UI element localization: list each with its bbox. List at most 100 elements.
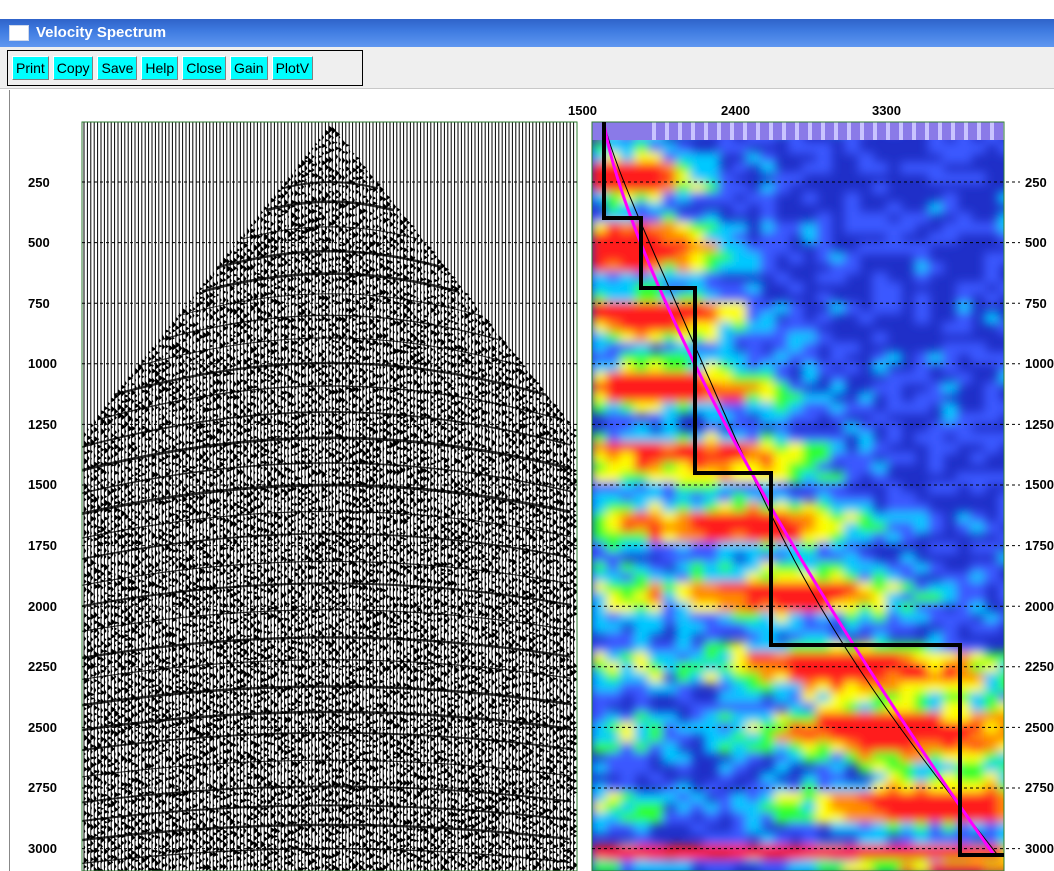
gather-wiggle (118, 799, 120, 805)
gather-wiggle (253, 560, 257, 565)
gather-wiggle (257, 840, 260, 844)
gather-wiggle (247, 474, 251, 482)
gather-wiggle (288, 640, 291, 645)
gather-wiggle (97, 513, 101, 517)
gather-wiggle (257, 456, 260, 460)
gather-wiggle (240, 640, 244, 647)
gather-wiggle (138, 493, 141, 501)
gather-wiggle (158, 489, 162, 496)
gather-wiggle (206, 386, 209, 393)
gather-wiggle (165, 538, 169, 544)
help-button[interactable]: Help (141, 56, 179, 80)
gather-wiggle (118, 588, 120, 592)
gather-wiggle (291, 793, 294, 798)
gather-wiggle (90, 856, 95, 862)
gather-wiggle (179, 487, 181, 492)
gather-wiggle (216, 420, 220, 426)
gather-wiggle (274, 647, 276, 651)
gather-wiggle (124, 756, 128, 765)
gather-wiggle (206, 481, 208, 488)
gather-wiggle (237, 812, 240, 818)
gather-wiggle (209, 375, 212, 381)
gather-wiggle (260, 328, 262, 333)
gather-wiggle (277, 490, 281, 498)
gather-wiggle (260, 739, 263, 746)
gather-wiggle (240, 345, 242, 352)
save-button[interactable]: Save (97, 56, 138, 80)
gather-wiggle (264, 309, 267, 317)
gather-wiggle (284, 654, 288, 658)
gather-wiggle (216, 864, 219, 869)
gather-wiggle (111, 432, 115, 439)
gather-wiggle (165, 574, 168, 579)
gather-wiggle (172, 855, 175, 863)
gather-wiggle (196, 832, 199, 840)
gather-wiggle (203, 296, 206, 303)
gather-wiggle (165, 351, 169, 355)
gather-wiggle (233, 798, 237, 802)
gather-wiggle (294, 275, 297, 282)
gather-wiggle (230, 498, 233, 503)
gather-wiggle (90, 529, 92, 537)
gather-wiggle (94, 822, 98, 830)
gather-wiggle (199, 681, 203, 689)
gather-wiggle (243, 516, 246, 521)
plotv-button[interactable]: PlotV (271, 56, 314, 80)
gather-wiggle (220, 629, 224, 637)
gather-wiggle (152, 502, 155, 510)
gather-wiggle (294, 745, 297, 749)
gather-wiggle (141, 791, 145, 795)
gather-wiggle (254, 553, 256, 559)
gather-wiggle (254, 479, 256, 486)
gather-wiggle (128, 818, 131, 823)
gather-wiggle (158, 626, 162, 635)
gather-wiggle (240, 450, 244, 457)
copy-button[interactable]: Copy (52, 56, 94, 80)
gather-wiggle (223, 483, 227, 488)
gather-wiggle (196, 655, 199, 661)
gather-wiggle (230, 574, 233, 579)
gather-wiggle (124, 771, 127, 780)
gather-wiggle (264, 615, 266, 621)
gather-wiggle (152, 597, 154, 602)
window-titlebar[interactable]: Velocity Spectrum (0, 19, 1054, 47)
gather-wiggle (148, 555, 151, 560)
gather-wiggle (271, 423, 274, 428)
gather-wiggle (114, 487, 118, 493)
gather-wiggle (148, 668, 152, 675)
gather-wiggle (274, 308, 276, 312)
gather-wiggle (128, 554, 130, 559)
gather-wiggle (196, 452, 198, 456)
gather-wiggle (87, 848, 91, 855)
gather-wiggle (284, 224, 287, 228)
gather-wiggle (267, 303, 269, 310)
gather-wiggle (240, 519, 244, 524)
print-button[interactable]: Print (12, 56, 49, 80)
gather-wiggle (230, 278, 232, 284)
gather-wiggle (230, 540, 233, 546)
gather-wiggle (172, 840, 175, 846)
gather-wiggle (87, 503, 91, 509)
gather-wiggle (209, 563, 213, 569)
gather-wiggle (223, 672, 226, 680)
gather-wiggle (186, 865, 188, 870)
gather-wiggle (291, 307, 293, 316)
gather-wiggle (94, 755, 97, 761)
gather-wiggle (250, 315, 253, 324)
gather-wiggle (101, 762, 104, 769)
gather-wiggle (294, 325, 299, 331)
gather-wiggle (294, 168, 297, 173)
gather-wiggle (243, 404, 247, 411)
close-button[interactable]: Close (182, 56, 226, 80)
gather-wiggle (90, 574, 94, 582)
gather-wiggle (138, 672, 141, 681)
gather-wiggle (107, 668, 111, 676)
gain-button[interactable]: Gain (230, 56, 268, 80)
gather-wiggle (169, 361, 172, 369)
gather-wiggle (186, 432, 188, 440)
gather-wiggle (104, 573, 106, 577)
gather-wiggle (247, 721, 249, 726)
gather-wiggle (216, 666, 219, 675)
gather-wiggle (104, 864, 106, 870)
gather-wiggle (203, 700, 207, 707)
